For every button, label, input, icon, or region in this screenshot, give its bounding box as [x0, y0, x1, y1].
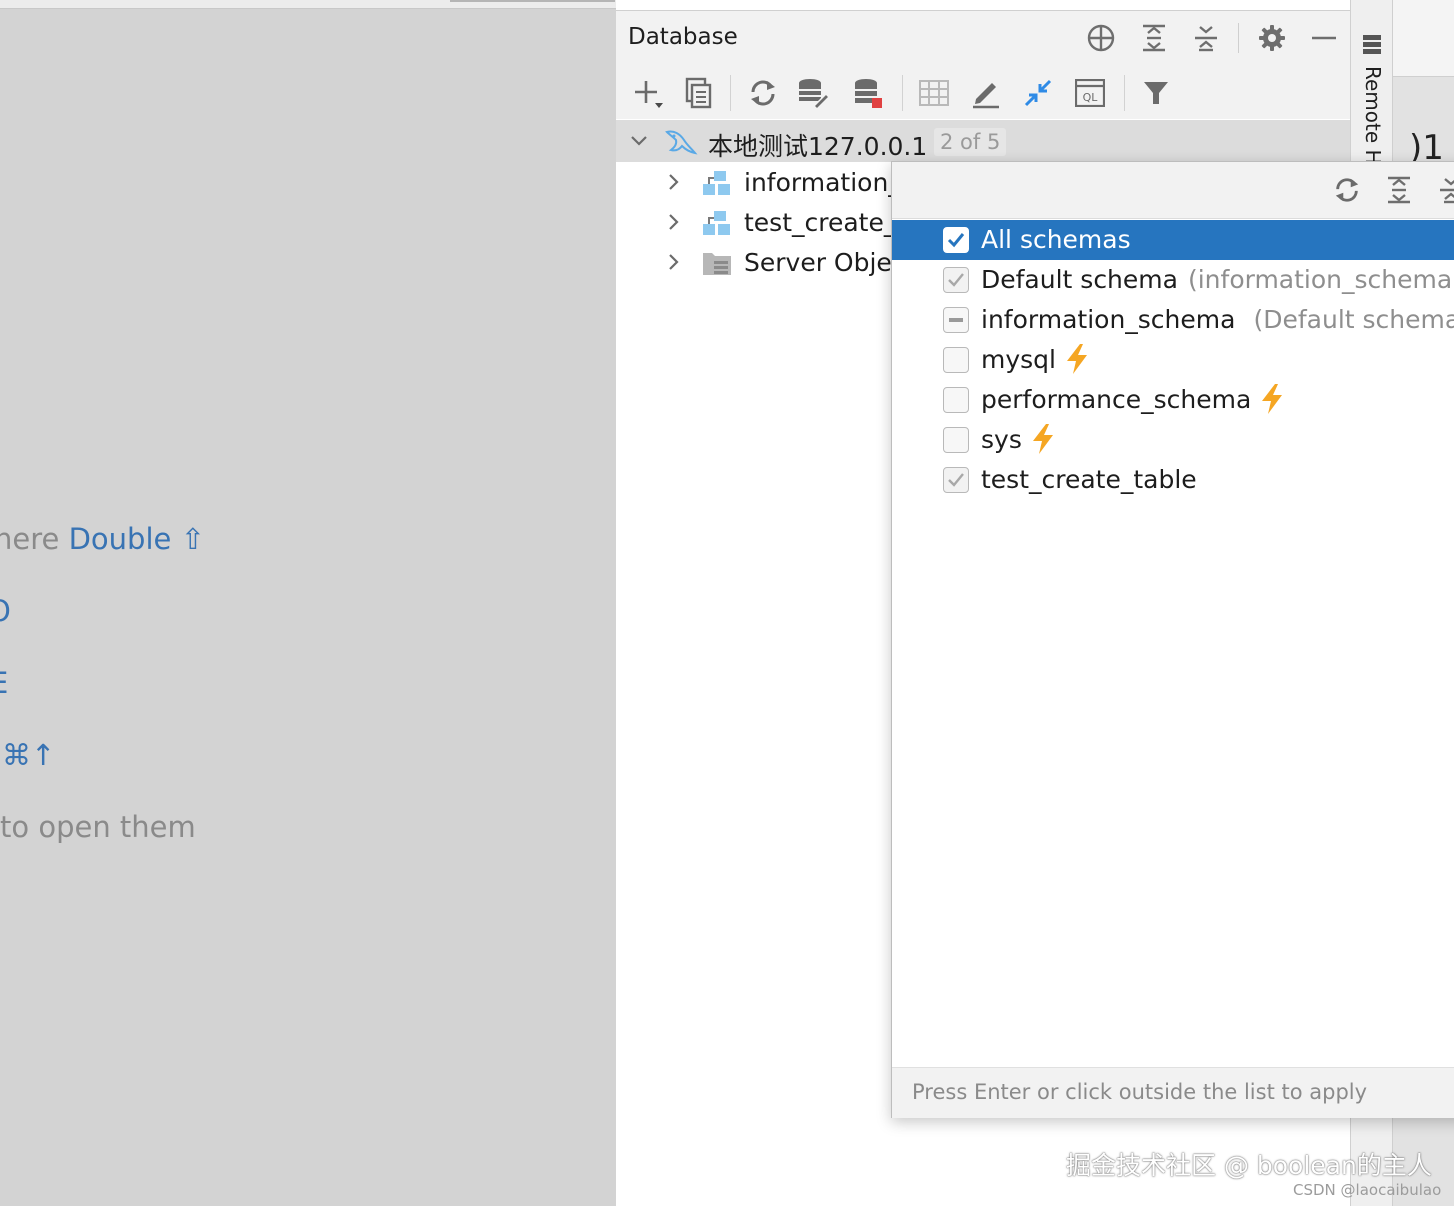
- header-separator: [1238, 23, 1239, 53]
- lightning-icon: [1067, 344, 1087, 374]
- checkbox[interactable]: [943, 467, 969, 493]
- schema-tools-icon[interactable]: [794, 73, 834, 113]
- expand-all-icon[interactable]: [1381, 172, 1417, 208]
- adjacent-window-header: [1393, 0, 1454, 77]
- chevron-right-icon[interactable]: [664, 252, 684, 272]
- popup-toolbar: [892, 162, 1454, 219]
- datasource-props-icon[interactable]: [848, 73, 888, 113]
- toolbar-separator: [1124, 75, 1125, 111]
- drop-files-hint: to open them: [0, 810, 196, 844]
- schema-item-information-schema[interactable]: information_schema (Default schema): [892, 300, 1454, 340]
- refresh-icon[interactable]: [1329, 172, 1365, 208]
- toolbar-separator: [902, 75, 903, 111]
- gear-icon[interactable]: [1255, 21, 1289, 55]
- checkbox[interactable]: [943, 227, 969, 253]
- check-icon: [948, 273, 964, 287]
- schema-item-default-schema[interactable]: Default schema (information_schema): [892, 260, 1454, 300]
- toolbar-separator: [730, 75, 731, 111]
- chevron-right-icon[interactable]: [664, 212, 684, 232]
- schema-item-mysql[interactable]: mysql: [892, 340, 1454, 380]
- csdn-watermark: CSDN @laocaibulao: [1293, 1181, 1442, 1199]
- filter-icon[interactable]: [1136, 73, 1176, 113]
- hint-shortcut-4: ⌘↑: [2, 738, 56, 772]
- tool-window-title: Database: [628, 24, 738, 50]
- schema-name: information_schema: [981, 305, 1236, 334]
- schema-name: performance_schema: [981, 385, 1252, 414]
- hint-shortcut-2: O: [0, 594, 11, 628]
- refresh-icon[interactable]: [743, 73, 783, 113]
- remote-host-tab[interactable]: Remote H: [1361, 66, 1385, 165]
- shift-key-icon: ⇧: [180, 522, 205, 556]
- checkbox[interactable]: [943, 267, 969, 293]
- schema-name: sys: [981, 425, 1022, 454]
- schema-item-test-create-table[interactable]: test_create_table: [892, 460, 1454, 500]
- crosshair-icon[interactable]: [1084, 21, 1118, 55]
- chevron-right-icon[interactable]: [664, 172, 684, 192]
- tree-node-label: information_: [744, 168, 901, 197]
- expand-all-icon[interactable]: [1137, 21, 1171, 55]
- schema-name: Default schema: [981, 265, 1178, 294]
- hint-shortcut-3: E: [0, 666, 8, 700]
- collapse-all-icon[interactable]: [1433, 172, 1454, 208]
- schema-item-performance-schema[interactable]: performance_schema: [892, 380, 1454, 420]
- search-everywhere-hint: here Double ⇧: [0, 522, 205, 556]
- checkbox[interactable]: [943, 347, 969, 373]
- database-toolbar: QL: [616, 65, 1350, 119]
- schema-note: (Default schema): [1253, 305, 1454, 334]
- apply-hint: Press Enter or click outside the list to…: [912, 1080, 1368, 1104]
- tree-node-label: Server Obje: [744, 248, 892, 277]
- check-icon: [947, 233, 965, 248]
- jump-to-icon[interactable]: [1018, 73, 1058, 113]
- popup-footer: Press Enter or click outside the list to…: [892, 1067, 1454, 1118]
- schema-item-sys[interactable]: sys: [892, 420, 1454, 460]
- edit-icon[interactable]: [966, 73, 1006, 113]
- juejin-watermark: 掘金技术社区 @ boolean的主人: [1066, 1151, 1432, 1180]
- minimize-icon[interactable]: [1307, 21, 1341, 55]
- copy-icon[interactable]: [678, 73, 718, 113]
- datasource-label: 本地测试127.0.0.1: [708, 132, 928, 161]
- checkbox[interactable]: [943, 307, 969, 333]
- checkbox[interactable]: [943, 387, 969, 413]
- editor-tab[interactable]: [450, 0, 615, 2]
- schema-item-all-schemas[interactable]: All schemas: [892, 220, 1454, 260]
- query-console-label: QL: [1083, 91, 1099, 104]
- add-icon[interactable]: [628, 73, 668, 113]
- schema-name: All schemas: [981, 225, 1131, 254]
- schema-filter-popup: All schemas Default schema (information_s…: [891, 161, 1454, 1118]
- schema-name: test_create_table: [981, 465, 1197, 494]
- hint-prefix: here: [0, 522, 60, 556]
- folder-icon: [702, 250, 732, 276]
- tool-window-header: Database: [616, 10, 1350, 66]
- chevron-down-icon[interactable]: [629, 131, 649, 151]
- table-view-icon: [914, 73, 954, 113]
- lightning-icon: [1032, 424, 1053, 454]
- checkbox[interactable]: [943, 427, 969, 453]
- schema-icon: [702, 170, 732, 196]
- tree-node-label: test_create_: [744, 208, 897, 237]
- schema-icon: [702, 210, 732, 236]
- schema-name: mysql: [981, 345, 1056, 374]
- hint-shortcut: Double: [68, 522, 172, 556]
- schema-note: (information_schema): [1187, 265, 1454, 294]
- mysql-datasource-icon: [664, 126, 698, 156]
- remote-host-icon[interactable]: [1362, 34, 1382, 56]
- schema-count-badge[interactable]: 2 of 5: [934, 128, 1007, 156]
- indeterminate-icon: [949, 318, 963, 322]
- editor-tab-bar: [0, 0, 616, 9]
- check-icon: [948, 473, 964, 487]
- collapse-all-icon[interactable]: [1189, 21, 1223, 55]
- lightning-icon: [1262, 384, 1283, 414]
- query-console-icon[interactable]: QL: [1070, 73, 1110, 113]
- editor-empty-area: here Double ⇧ O E ⌘↑ to open them: [0, 0, 616, 1206]
- tree-root-datasource[interactable]: 本地测试127.0.0.1 2 of 5: [616, 120, 1350, 162]
